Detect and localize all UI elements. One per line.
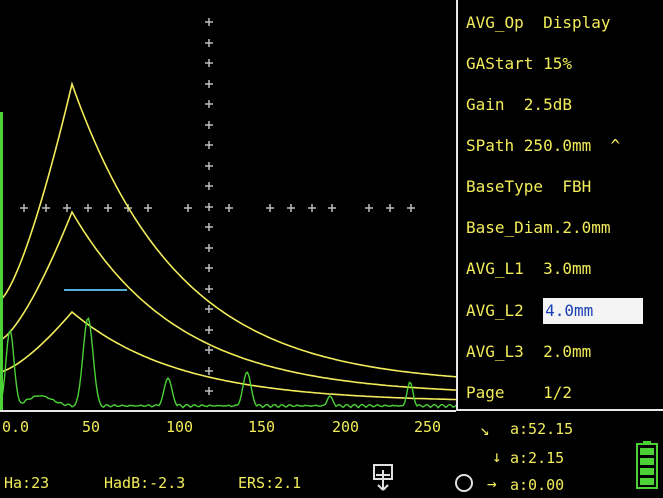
grid-marker xyxy=(407,204,415,212)
grid-marker xyxy=(205,367,213,375)
grid-marker xyxy=(205,223,213,231)
battery-icon xyxy=(636,441,658,489)
grid-marker xyxy=(84,204,92,212)
grid-marker xyxy=(205,39,213,47)
grid-marker xyxy=(205,285,213,293)
grid-marker xyxy=(205,305,213,313)
menu-item-base-diam[interactable]: Base_Diam.2.0mm xyxy=(466,213,661,243)
grid-markers xyxy=(20,18,415,395)
status-ers: ERS:2.1 xyxy=(238,474,302,492)
menu-item-avg-op[interactable]: AVG_Op Display xyxy=(466,8,661,38)
grid-marker xyxy=(287,204,295,212)
grid-marker xyxy=(205,264,213,272)
gate-status-circle xyxy=(455,474,473,492)
a-scan-display xyxy=(0,18,456,412)
avg-curves xyxy=(0,81,456,401)
avg-curve-l1 xyxy=(0,81,456,378)
flaw-detector-screen: AVG_Op Display GAStart 15% Gain 2.5dB SP… xyxy=(0,0,663,498)
x-tick-label: 100 xyxy=(166,418,194,436)
grid-marker xyxy=(205,326,213,334)
surface-distance-readout: a:0.00 xyxy=(510,476,565,494)
grid-marker xyxy=(205,346,213,354)
avg-curve-l2 xyxy=(0,210,456,391)
avg-l2-value-field[interactable]: 4.0mm xyxy=(543,298,644,324)
sound-path-readout: a:52.15 xyxy=(510,420,574,438)
menu-item-spath[interactable]: SPath 250.0mm ^ xyxy=(466,131,661,161)
grid-marker xyxy=(266,204,274,212)
menu-item-page[interactable]: Page 1/2 xyxy=(466,378,661,408)
status-hadb: HadB:-2.3 xyxy=(104,474,186,492)
grid-marker xyxy=(63,204,71,212)
x-tick-label: 150 xyxy=(248,418,276,436)
x-tick-label: 0.0 xyxy=(2,418,30,436)
menu-item-base-type[interactable]: BaseType FBH xyxy=(466,172,661,202)
grid-marker xyxy=(144,204,152,212)
right-arrow-icon: → xyxy=(487,474,497,493)
menu-item-gain[interactable]: Gain 2.5dB xyxy=(466,90,661,120)
depth-readout: a:2.15 xyxy=(510,449,565,467)
freeze-icon[interactable] xyxy=(370,462,396,492)
menu-item-avg-l2-label: AVG_L2 xyxy=(466,301,544,320)
grid-marker xyxy=(42,204,50,212)
grid-marker xyxy=(205,18,213,26)
grid-marker xyxy=(328,204,336,212)
grid-marker xyxy=(386,204,394,212)
grid-marker xyxy=(205,121,213,129)
echo-signal xyxy=(0,317,456,409)
grid-marker xyxy=(365,204,373,212)
grid-marker xyxy=(205,162,213,170)
menu-item-ga-start[interactable]: GAStart 15% xyxy=(466,49,661,79)
avg-curve-l3 xyxy=(0,310,456,401)
menu-item-avg-l2[interactable]: AVG_L2 4.0mm xyxy=(466,296,661,326)
down-arrow-icon: ↓ xyxy=(492,447,502,466)
grid-marker xyxy=(205,80,213,88)
diagonal-arrow-icon: ↘ xyxy=(480,420,490,439)
grid-marker xyxy=(104,204,112,212)
grid-marker xyxy=(20,204,28,212)
status-ha: Ha:23 xyxy=(4,474,50,492)
grid-marker xyxy=(205,100,213,108)
grid-marker xyxy=(205,59,213,67)
grid-marker xyxy=(205,182,213,190)
grid-marker xyxy=(184,204,192,212)
x-tick-label: 200 xyxy=(332,418,360,436)
grid-marker xyxy=(205,141,213,149)
grid-marker xyxy=(225,204,233,212)
avg-settings-menu: AVG_Op Display GAStart 15% Gain 2.5dB SP… xyxy=(456,0,663,411)
grid-marker xyxy=(205,244,213,252)
menu-item-avg-l1[interactable]: AVG_L1 3.0mm xyxy=(466,254,661,284)
menu-item-avg-l3[interactable]: AVG_L3 2.0mm xyxy=(466,337,661,367)
grid-marker xyxy=(205,387,213,395)
x-tick-label: 50 xyxy=(82,418,101,436)
x-tick-label: 250 xyxy=(414,418,442,436)
grid-marker xyxy=(205,203,213,211)
grid-marker xyxy=(308,204,316,212)
